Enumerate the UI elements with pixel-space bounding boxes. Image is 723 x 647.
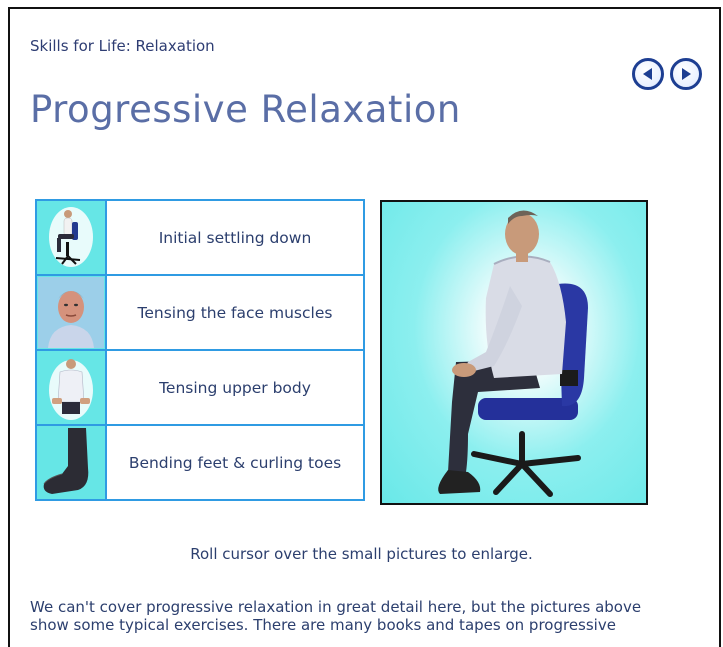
forward-arrow-icon[interactable] (670, 58, 702, 90)
page-title: Progressive Relaxation (30, 88, 461, 131)
hover-instruction: Roll cursor over the small pictures to e… (190, 545, 533, 563)
back-arrow-icon[interactable] (632, 58, 664, 90)
exercise-label[interactable]: Initial settling down (107, 201, 363, 274)
man-sitting-in-office-chair (438, 210, 588, 497)
upper-body-thumbnail[interactable] (37, 351, 107, 424)
exercise-label[interactable]: Bending feet & curling toes (107, 426, 363, 499)
seated-man-thumbnail[interactable] (37, 201, 107, 274)
exercise-row[interactable]: Initial settling down (37, 201, 363, 276)
breadcrumb: Skills for Life: Relaxation (30, 37, 215, 55)
enlarged-preview (380, 200, 648, 505)
body-line: We can't cover progressive relaxation in… (30, 598, 642, 616)
exercise-label[interactable]: Tensing upper body (107, 351, 363, 424)
body-paragraph: We can't cover progressive relaxation in… (30, 598, 720, 634)
exercise-label[interactable]: Tensing the face muscles (107, 276, 363, 349)
exercise-list: Initial settling down Tensing the face m… (35, 199, 365, 501)
exercise-row[interactable]: Bending feet & curling toes (37, 426, 363, 499)
face-tensing-thumbnail[interactable] (37, 276, 107, 349)
body-line: show some typical exercises. There are m… (30, 616, 616, 634)
page-navigation (632, 58, 702, 90)
exercise-row[interactable]: Tensing the face muscles (37, 276, 363, 351)
exercise-row[interactable]: Tensing upper body (37, 351, 363, 426)
foot-curl-thumbnail[interactable] (37, 426, 107, 499)
